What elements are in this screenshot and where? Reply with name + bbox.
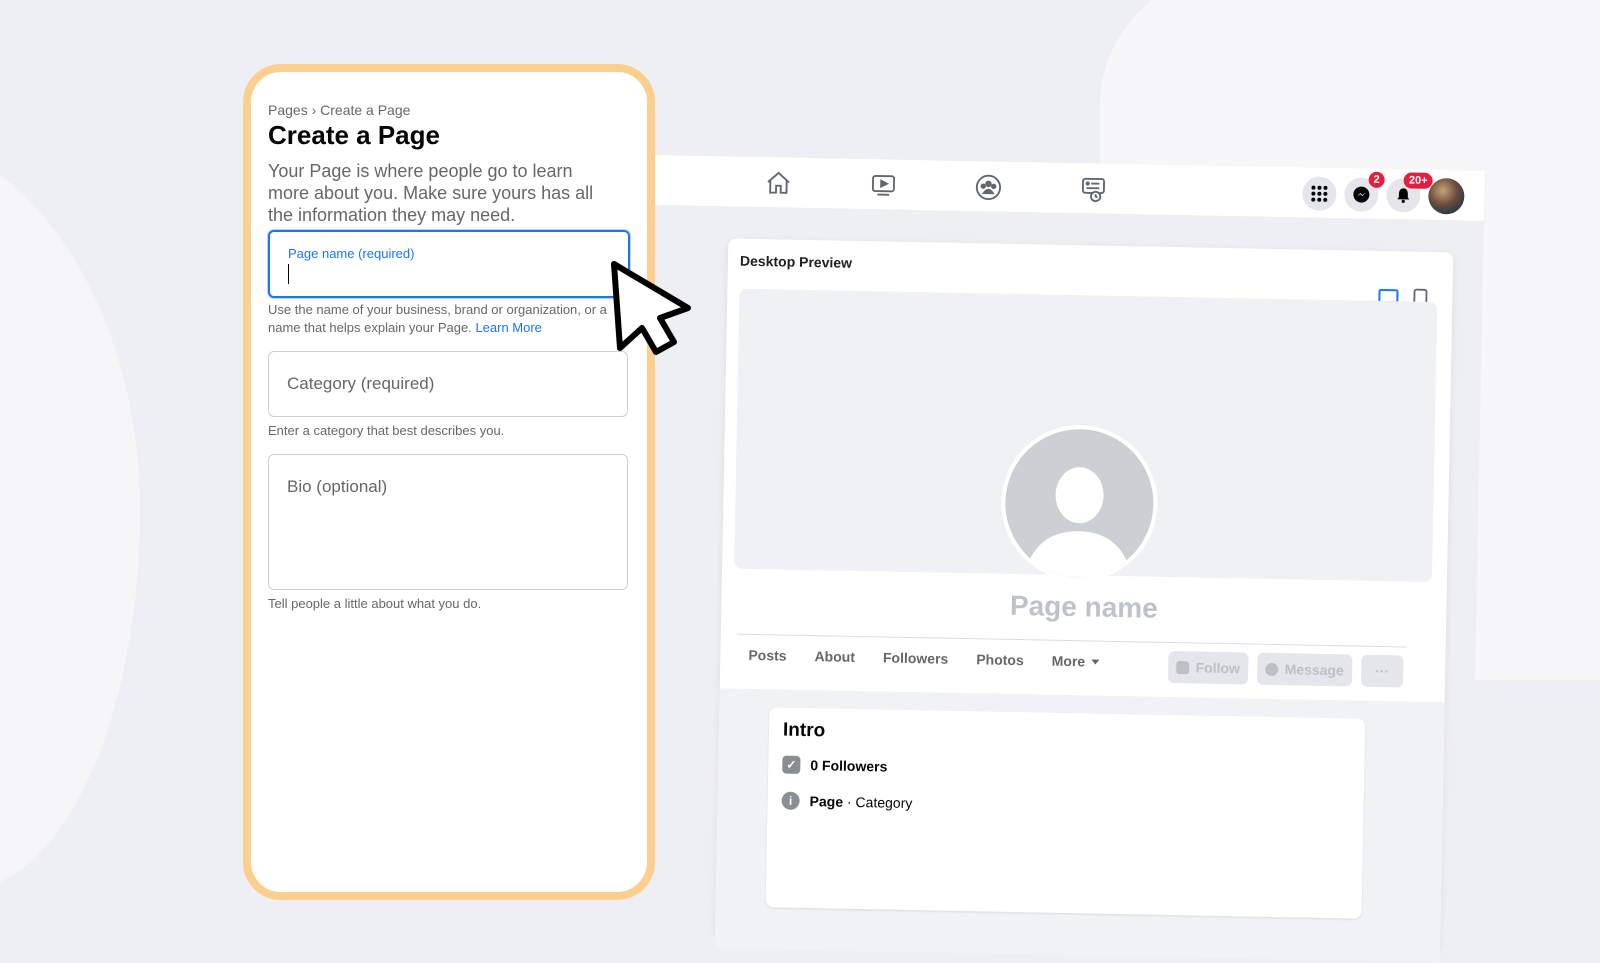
page-description: Your Page is where people go to learn mo… <box>268 161 594 225</box>
ellipsis-icon: ··· <box>1375 662 1390 680</box>
category-helper: Enter a category that best describes you… <box>268 423 505 438</box>
create-page-panel: Pages › Create a Page Create a Page Your… <box>243 64 655 900</box>
text-cursor <box>288 264 289 284</box>
bell-icon <box>1397 188 1410 203</box>
notifications-button[interactable]: 20+ <box>1386 172 1433 213</box>
menu-button[interactable] <box>1302 176 1337 212</box>
category-label: · Category <box>842 793 913 812</box>
info-icon: i <box>781 791 800 810</box>
page-label: Page <box>809 793 844 810</box>
intro-card: Intro ✓ 0 Followers i Page · Category <box>765 707 1366 919</box>
messenger-button[interactable]: 2 <box>1344 171 1385 212</box>
messenger-icon <box>1265 662 1279 676</box>
learn-more-link[interactable]: Learn More <box>475 320 541 335</box>
followers-icon: ✓ <box>782 755 801 774</box>
groups-icon[interactable] <box>974 173 1003 202</box>
avatar[interactable] <box>1428 177 1465 215</box>
category-placeholder: Category (required) <box>287 374 435 393</box>
mouse-pointer-icon <box>611 261 691 355</box>
desktop-preview-card: Desktop Preview Page name Posts About Fo… <box>714 238 1454 963</box>
page-name-heading: Page name <box>1009 589 1159 624</box>
page-name-field[interactable]: Page name (required) <box>268 230 630 298</box>
more-options-button[interactable]: ··· <box>1360 654 1404 688</box>
tab-followers[interactable]: Followers <box>883 649 949 666</box>
page-name-helper: Use the name of your business, brand or … <box>268 301 628 337</box>
home-icon[interactable] <box>764 169 793 198</box>
notifications-badge: 20+ <box>1403 172 1433 189</box>
tab-posts[interactable]: Posts <box>748 647 786 664</box>
breadcrumb: Pages › Create a Page <box>268 102 411 118</box>
background-shape <box>0 130 140 890</box>
category-row: i Page · Category <box>781 791 913 813</box>
caret-down-icon <box>1091 658 1100 665</box>
watch-icon[interactable] <box>869 171 898 200</box>
tab-photos[interactable]: Photos <box>976 651 1024 668</box>
messenger-badge: 2 <box>1368 171 1385 189</box>
tab-more-label: More <box>1051 652 1086 670</box>
divider <box>736 633 1407 648</box>
intro-title: Intro <box>782 719 826 742</box>
follow-label: Follow <box>1195 659 1241 677</box>
followers-count: 0 Followers <box>810 757 888 775</box>
message-button[interactable]: Message <box>1256 652 1353 687</box>
follow-button[interactable]: Follow <box>1167 650 1249 685</box>
page-tabs: Posts About Followers Photos More <box>748 647 1100 670</box>
bio-field[interactable]: Bio (optional) <box>268 454 628 590</box>
page-name-label: Page name (required) <box>288 246 415 261</box>
facebook-window: 2 20+ Desktop Preview Page name Posts Ab… <box>640 155 1485 963</box>
pages-feed-icon[interactable] <box>1079 175 1108 204</box>
bio-placeholder: Bio (optional) <box>287 477 388 496</box>
message-label: Message <box>1284 661 1344 679</box>
tab-more[interactable]: More <box>1052 653 1100 670</box>
grid-icon <box>1311 185 1328 202</box>
page-name-helper-text: Use the name of your business, brand or … <box>268 302 607 335</box>
page-body: Desktop Preview Page name Posts About Fo… <box>640 204 1484 963</box>
category-field[interactable]: Category (required) <box>268 351 628 417</box>
followers-row: ✓ 0 Followers <box>782 755 888 776</box>
messenger-icon <box>1353 186 1370 203</box>
page-title: Create a Page <box>268 120 440 150</box>
bio-helper: Tell people a little about what you do. <box>268 596 482 611</box>
page-content-area: Intro ✓ 0 Followers i Page · Category <box>714 688 1445 963</box>
tab-about[interactable]: About <box>814 648 855 665</box>
follow-icon <box>1176 660 1190 674</box>
preview-title: Desktop Preview <box>739 252 853 271</box>
